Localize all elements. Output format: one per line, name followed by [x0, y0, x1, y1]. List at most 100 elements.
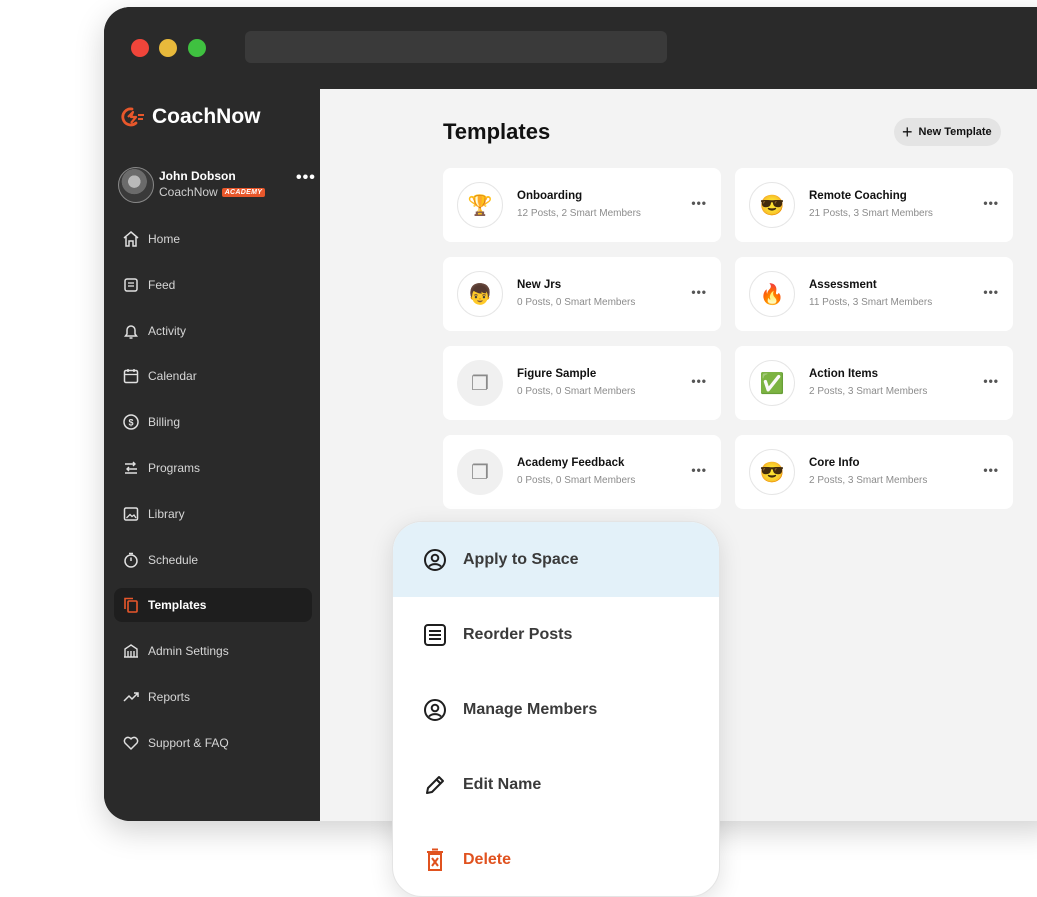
coachnow-logo-icon — [121, 107, 144, 127]
more-options-icon[interactable]: ••• — [691, 196, 707, 210]
sidebar-item-feed[interactable]: Feed — [114, 268, 312, 302]
calendar-icon — [122, 367, 140, 385]
sidebar-item-label: Home — [148, 232, 181, 246]
template-card-figure-sample[interactable]: ❐ Figure Sample 0 Posts, 0 Smart Members… — [443, 346, 721, 420]
maximize-window-button[interactable] — [188, 39, 206, 57]
menu-item-label: Reorder Posts — [463, 625, 573, 643]
user-circle-icon — [421, 697, 449, 723]
more-options-icon[interactable]: ••• — [983, 285, 999, 299]
sidebar-item-programs[interactable]: Programs — [114, 451, 312, 485]
template-meta: 2 Posts, 3 Smart Members — [809, 475, 928, 486]
fire-icon: 🔥 — [749, 271, 795, 317]
pencil-icon — [421, 773, 449, 797]
sidebar-item-reports[interactable]: Reports — [114, 680, 312, 714]
more-options-icon[interactable]: ••• — [691, 463, 707, 477]
brand-name: CoachNow — [152, 105, 261, 128]
template-card-action-items[interactable]: ✅ Action Items 2 Posts, 3 Smart Members … — [735, 346, 1013, 420]
new-template-label: New Template — [918, 126, 992, 138]
page-title: Templates — [443, 119, 551, 144]
bell-icon — [122, 322, 140, 340]
avatar[interactable] — [118, 167, 154, 203]
sidebar-item-label: Activity — [148, 323, 187, 338]
edit-name-menu-item[interactable]: Edit Name — [393, 747, 719, 822]
sidebar-item-schedule[interactable]: Schedule — [114, 543, 312, 577]
sidebar-item-admin-settings[interactable]: Admin Settings — [114, 634, 312, 668]
template-name: Action Items — [809, 368, 879, 380]
template-card-core-info[interactable]: 😎 Core Info 2 Posts, 3 Smart Members ••• — [735, 435, 1013, 509]
template-meta: 2 Posts, 3 Smart Members — [809, 386, 928, 397]
template-card-academy-feedback[interactable]: ❐ Academy Feedback 0 Posts, 0 Smart Memb… — [443, 435, 721, 509]
more-options-icon[interactable]: ••• — [691, 285, 707, 299]
sidebar-item-calendar[interactable]: Calendar — [114, 359, 312, 393]
image-icon — [122, 505, 140, 523]
template-name: Core Info — [809, 457, 860, 469]
apply-to-space-menu-item[interactable]: Apply to Space — [393, 522, 719, 597]
sidebar-item-library[interactable]: Library — [114, 497, 312, 531]
template-card-remote-coaching[interactable]: 😎 Remote Coaching 21 Posts, 3 Smart Memb… — [735, 168, 1013, 242]
reorder-posts-menu-item[interactable]: Reorder Posts — [393, 597, 719, 672]
template-card-onboarding[interactable]: 🏆 Onboarding 12 Posts, 2 Smart Members •… — [443, 168, 721, 242]
trash-icon — [421, 848, 449, 872]
list-icon — [421, 623, 449, 647]
template-meta: 11 Posts, 3 Smart Members — [809, 297, 933, 308]
address-bar[interactable] — [245, 31, 667, 63]
sidebar-item-support[interactable]: Support & FAQ — [114, 726, 312, 760]
more-options-icon[interactable]: ••• — [691, 374, 707, 388]
copy-icon: ❐ — [457, 360, 503, 406]
sidebar-item-label: Admin Settings — [148, 644, 229, 659]
sunglasses-face-icon: 😎 — [749, 182, 795, 228]
copy-icon: ❐ — [457, 449, 503, 495]
sidebar-item-label: Billing — [148, 415, 181, 430]
trend-icon — [122, 688, 140, 706]
template-name: New Jrs — [517, 279, 562, 291]
more-options-icon[interactable]: ••• — [983, 374, 999, 388]
brand-logo[interactable]: CoachNow — [120, 105, 261, 129]
stopwatch-icon — [122, 551, 140, 569]
user-more-button[interactable]: ••• — [296, 169, 316, 187]
minimize-window-button[interactable] — [159, 39, 177, 57]
sidebar-nav: Home Feed Activity Calendar $ Billing Pr… — [114, 222, 312, 772]
delete-menu-item[interactable]: Delete — [393, 822, 719, 896]
boy-face-icon: 👦 — [457, 271, 503, 317]
template-meta: 0 Posts, 0 Smart Members — [517, 475, 636, 486]
sidebar-item-label: Support & FAQ — [148, 735, 229, 750]
sidebar-item-activity[interactable]: Activity — [114, 314, 312, 348]
programs-icon — [122, 459, 140, 477]
more-options-icon[interactable]: ••• — [983, 463, 999, 477]
sidebar-item-billing[interactable]: $ Billing — [114, 405, 312, 439]
menu-item-label: Apply to Space — [463, 550, 579, 568]
sidebar-item-label: Library — [148, 506, 185, 521]
template-card-new-jrs[interactable]: 👦 New Jrs 0 Posts, 0 Smart Members ••• — [443, 257, 721, 331]
more-options-icon[interactable]: ••• — [983, 196, 999, 210]
close-window-button[interactable] — [131, 39, 149, 57]
template-meta: 12 Posts, 2 Smart Members — [517, 208, 641, 219]
sidebar-item-label: Reports — [148, 689, 191, 704]
manage-members-menu-item[interactable]: Manage Members — [393, 672, 719, 747]
check-mark-icon: ✅ — [749, 360, 795, 406]
sidebar-item-templates[interactable]: Templates — [114, 588, 312, 623]
sidebar-item-label: Templates — [148, 598, 207, 613]
user-org-name: CoachNow — [159, 185, 218, 199]
template-card-assessment[interactable]: 🔥 Assessment 11 Posts, 3 Smart Members •… — [735, 257, 1013, 331]
menu-item-label: Manage Members — [463, 700, 598, 718]
templates-icon — [122, 596, 140, 614]
sidebar-item-home[interactable]: Home — [114, 222, 312, 256]
sidebar-item-label: Schedule — [148, 552, 199, 567]
template-name: Onboarding — [517, 190, 583, 202]
new-template-button[interactable]: + New Template — [894, 118, 1001, 146]
home-icon — [122, 230, 140, 248]
template-meta: 21 Posts, 3 Smart Members — [809, 208, 933, 219]
template-name: Assessment — [809, 279, 877, 291]
sunglasses-face-icon: 😎 — [749, 449, 795, 495]
user-profile[interactable]: John Dobson CoachNow ACADEMY ••• — [118, 165, 315, 205]
sidebar-item-label: Calendar — [148, 369, 197, 384]
template-name: Remote Coaching — [809, 190, 907, 202]
template-name: Figure Sample — [517, 368, 597, 380]
template-meta: 0 Posts, 0 Smart Members — [517, 297, 636, 308]
template-name: Academy Feedback — [517, 457, 625, 469]
sidebar: CoachNow John Dobson CoachNow ACADEMY ••… — [104, 89, 320, 821]
template-meta: 0 Posts, 0 Smart Members — [517, 386, 636, 397]
user-name: John Dobson — [159, 169, 236, 183]
trophy-icon: 🏆 — [457, 182, 503, 228]
heart-icon — [122, 734, 140, 752]
